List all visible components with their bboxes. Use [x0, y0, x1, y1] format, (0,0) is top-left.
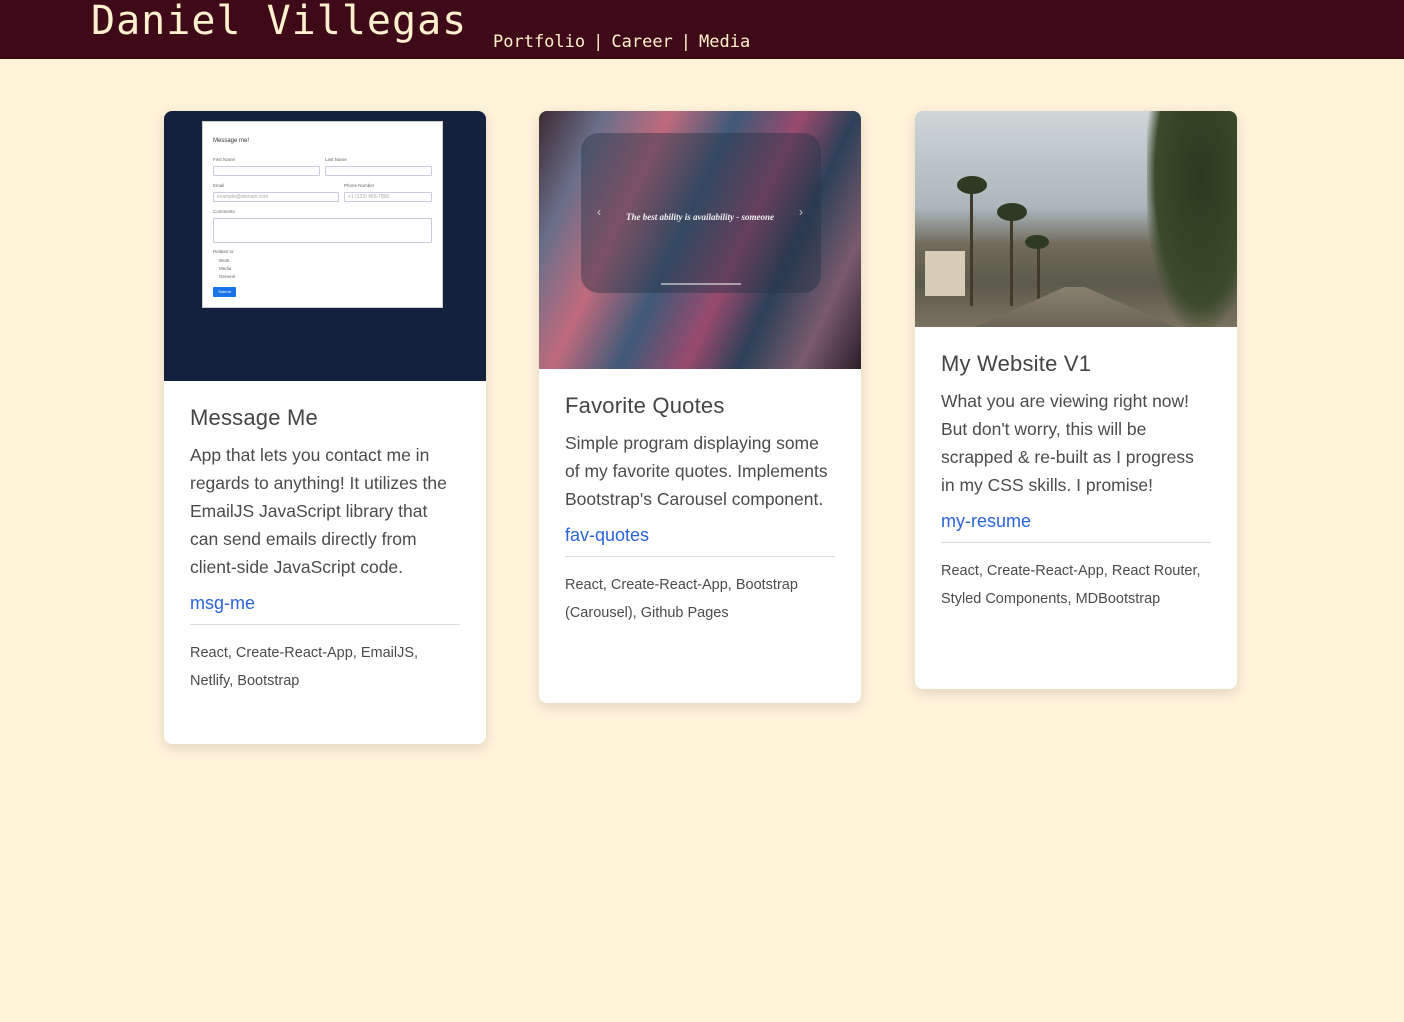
form-label-relates: Relates to:	[213, 249, 235, 254]
form-label-phone: Phone Number	[344, 183, 375, 188]
nav-media-link[interactable]: Media	[699, 32, 750, 52]
form-submit: Submit	[213, 287, 236, 297]
card-tech-stack: React, Create-React-App, React Router, S…	[941, 563, 1201, 607]
form-submit-label: Submit	[218, 289, 231, 294]
project-card-favorite-quotes: ‹ › The best ability is availability - s…	[539, 111, 861, 703]
carousel-indicators	[661, 283, 741, 285]
form-label-email: Email	[213, 183, 225, 188]
card-body: Favorite Quotes Simple program displayin…	[539, 369, 861, 557]
form-title: Message me!	[213, 138, 250, 144]
street-trees	[1147, 111, 1237, 327]
carousel-quote: The best ability is availability - someo…	[626, 212, 774, 222]
form-label-comments: Comments	[213, 209, 235, 214]
project-card-my-website: My Website V1 What you are viewing right…	[915, 111, 1237, 689]
form-option: Media	[219, 266, 232, 271]
palm-crown	[1025, 235, 1049, 249]
form-option: General	[219, 274, 236, 279]
card-title: My Website V1	[941, 351, 1092, 376]
card-body: My Website V1 What you are viewing right…	[915, 327, 1237, 543]
card-tech-stack: React, Create-React-App, Bootstrap (Caro…	[565, 577, 798, 621]
card-tech-stack: React, Create-React-App, EmailJS, Netlif…	[190, 645, 419, 689]
nav-career-link[interactable]: Career	[611, 32, 672, 52]
card-title: Message Me	[190, 405, 318, 430]
top-nav-bar: Daniel Villegas Portfolio | Career | Media	[0, 0, 1404, 59]
form-box: +1 (123) 456-7890	[344, 192, 432, 202]
card-title: Favorite Quotes	[565, 393, 725, 418]
nav-portfolio-link[interactable]: Portfolio	[493, 32, 585, 52]
palm-trunk	[970, 186, 973, 306]
street-road	[975, 287, 1175, 327]
site-brand[interactable]: Daniel Villegas	[91, 0, 467, 44]
form-box	[325, 166, 432, 176]
card-repo-link[interactable]: my-resume	[941, 511, 1211, 543]
project-card-message-me: Message me! First Name Last Name Email P…	[164, 111, 486, 744]
form-box	[213, 218, 432, 243]
main-nav: Portfolio | Career | Media	[493, 32, 750, 52]
card-repo-link[interactable]: msg-me	[190, 593, 460, 625]
palm-crown	[997, 203, 1027, 221]
form-option: Work	[219, 258, 230, 263]
card-description: App that lets you contact me in regards …	[190, 445, 447, 577]
project-image-my-website	[915, 111, 1237, 327]
contact-form-screenshot: Message me! First Name Last Name Email P…	[202, 121, 443, 308]
palm-trunk	[1037, 241, 1040, 306]
form-box: example@domain.com	[213, 192, 339, 202]
project-image-message-me: Message me! First Name Last Name Email P…	[164, 111, 486, 381]
form-label-last-name: Last Name	[325, 157, 347, 162]
palm-trunk	[1010, 211, 1013, 306]
card-description: What you are viewing right now! But don'…	[941, 391, 1194, 495]
card-description: Simple program displaying some of my fav…	[565, 433, 828, 509]
form-box	[213, 166, 320, 176]
card-repo-link[interactable]: fav-quotes	[565, 525, 835, 557]
palm-crown	[957, 176, 987, 194]
nav-separator: |	[680, 32, 692, 52]
nav-separator: |	[593, 32, 604, 52]
project-image-favorite-quotes: ‹ › The best ability is availability - s…	[539, 111, 861, 369]
street-house	[925, 251, 965, 296]
card-body: Message Me App that lets you contact me …	[164, 381, 486, 625]
form-label-first-name: First Name	[213, 157, 236, 162]
